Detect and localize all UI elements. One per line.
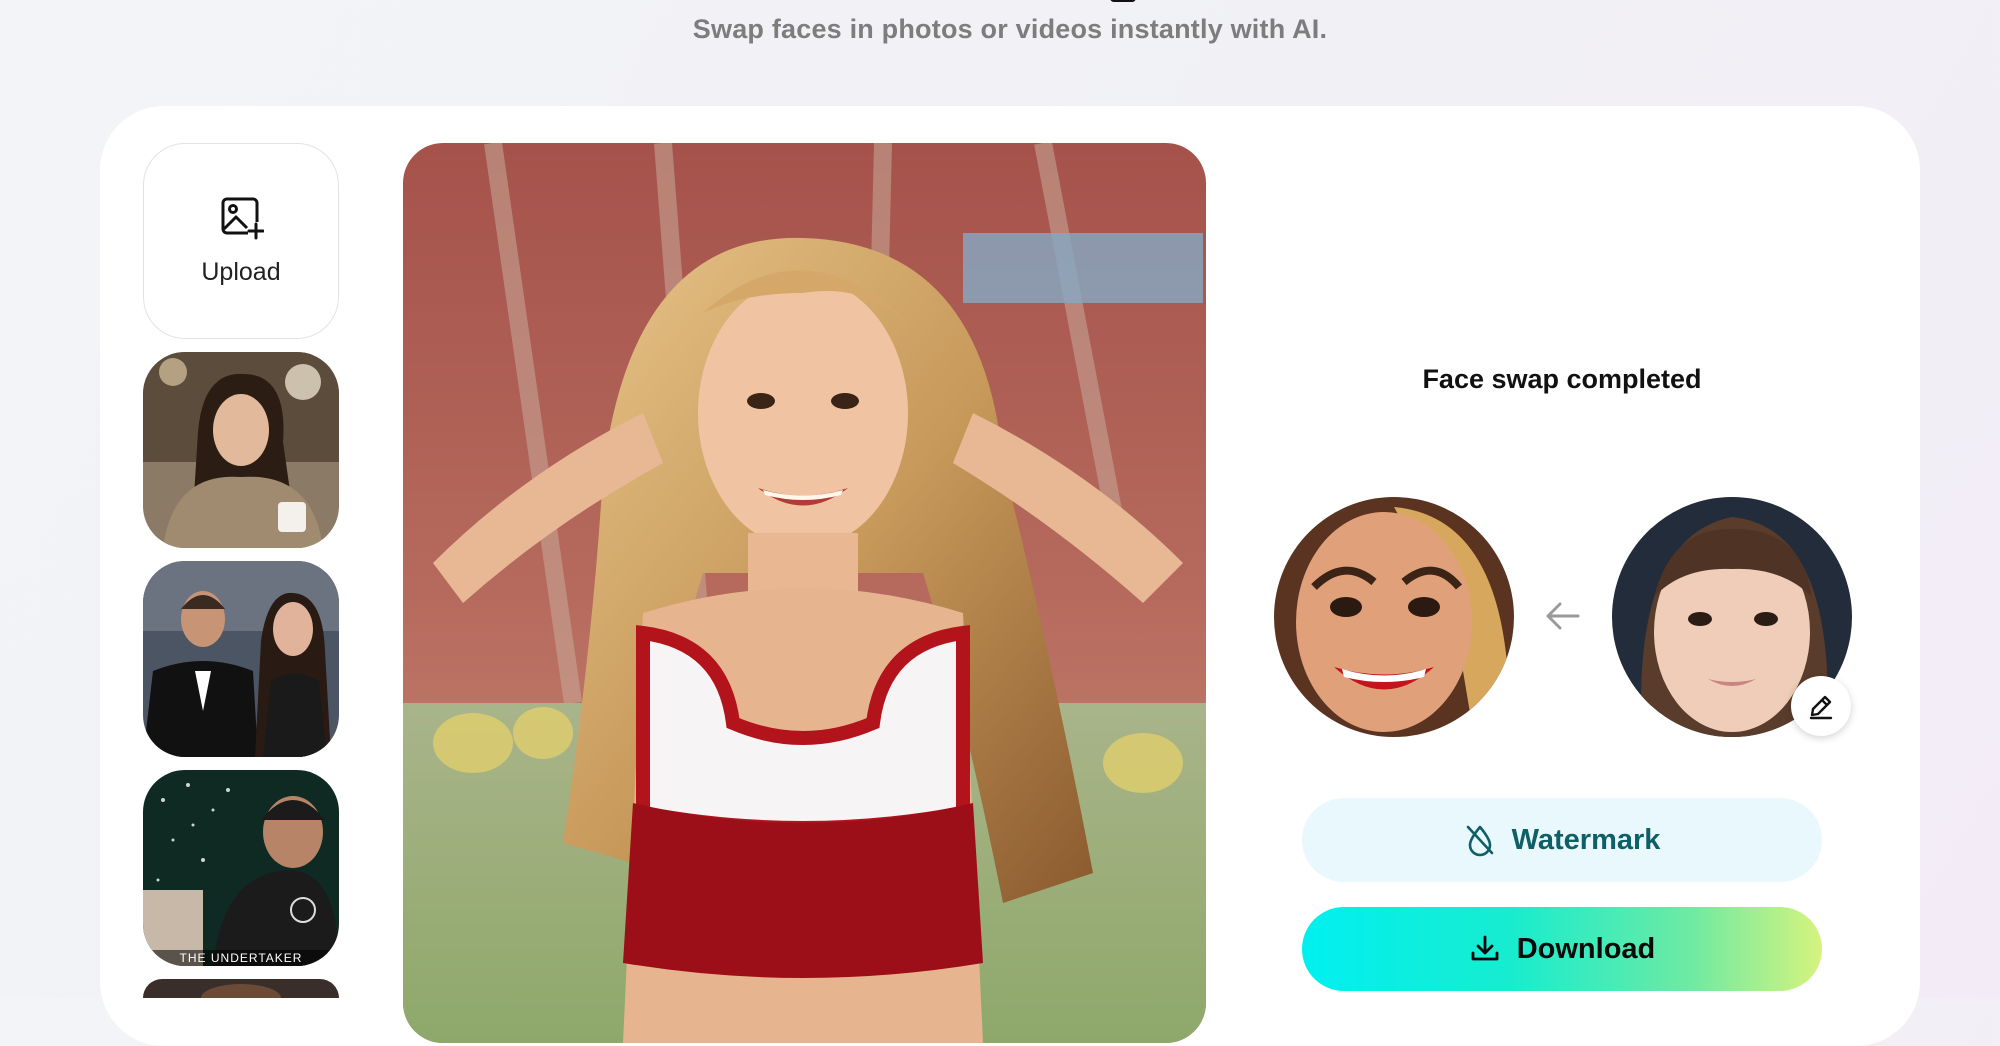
download-button[interactable]: Download (1302, 907, 1822, 991)
preview-photo (403, 143, 1206, 1043)
sample-thumbnail-woman[interactable] (143, 352, 339, 548)
face-image (1274, 497, 1514, 737)
download-label: Download (1516, 932, 1656, 965)
sample-thumbnail-man[interactable]: THE UNDERTAKER (143, 770, 339, 966)
swapped-face-result (1274, 497, 1514, 737)
thumbnail-image (143, 352, 339, 548)
page-subtitle: Swap faces in photos or videos instantly… (692, 14, 1328, 44)
thumbnail-image (143, 770, 339, 966)
thumbnail-caption: THE UNDERTAKER (143, 950, 339, 966)
sample-thumbnail-couple[interactable] (143, 561, 339, 757)
edit-face-button[interactable] (1791, 676, 1851, 736)
thumbnail-image (143, 979, 339, 998)
watermark-button[interactable]: Watermark (1302, 798, 1822, 882)
thumbnail-image (143, 561, 339, 757)
upload-label: Upload (201, 258, 281, 286)
upload-button[interactable]: Upload (143, 143, 339, 339)
arrow-left-icon (1546, 602, 1580, 630)
download-icon (1471, 935, 1499, 961)
pencil-icon (1809, 695, 1833, 720)
watermark-label: Watermark (1511, 823, 1661, 856)
status-message: Face swap completed (1422, 364, 1702, 394)
main-preview-image (403, 143, 1206, 1043)
page-title-fragment (1110, 0, 1136, 2)
droplet-off-icon (1466, 825, 1493, 857)
image-plus-icon (221, 197, 264, 240)
sample-thumbnail-partial[interactable] (143, 979, 339, 998)
